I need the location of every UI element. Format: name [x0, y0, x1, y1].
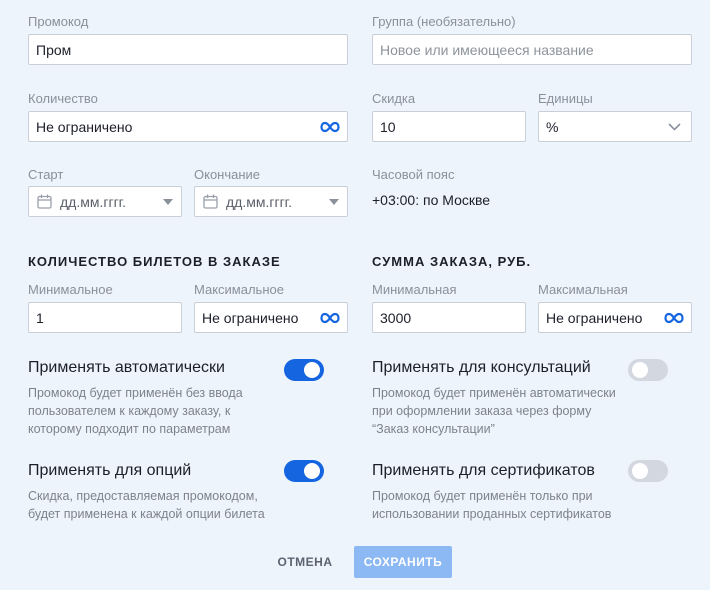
tickets-min-value: 1: [36, 309, 44, 326]
start-date-input[interactable]: дд.мм.гггг.: [28, 186, 182, 217]
infinity-icon[interactable]: [664, 312, 684, 323]
desc-line: пользователем к каждому заказу, к: [28, 404, 231, 418]
discount-label: Скидка: [372, 91, 416, 106]
desc-line: Скидка, предоставляемая промокодом,: [28, 489, 258, 503]
desc-line: Промокод будет применён автоматически: [372, 386, 616, 400]
options-apply-toggle[interactable]: [284, 460, 324, 482]
desc-line: использовании проданных сертификатов: [372, 507, 612, 521]
certs-apply-description: Промокод будет применён только при испол…: [372, 487, 611, 523]
caret-down-icon: [163, 198, 173, 205]
auto-apply-toggle[interactable]: [284, 359, 324, 381]
sum-min-input[interactable]: 3000: [372, 302, 526, 333]
calendar-icon: [203, 194, 218, 209]
infinity-icon[interactable]: [320, 312, 340, 323]
auto-apply-title: Применять автоматически: [28, 359, 225, 376]
discount-value: 10: [380, 118, 396, 135]
tickets-section-title: КОЛИЧЕСТВО БИЛЕТОВ В ЗАКАЗЕ: [28, 254, 281, 269]
toggle-knob: [632, 362, 648, 378]
consult-apply-toggle[interactable]: [628, 359, 668, 381]
quantity-input[interactable]: Не ограничено: [28, 111, 348, 142]
units-label: Единицы: [538, 91, 593, 106]
sum-max-input[interactable]: Не ограничено: [538, 302, 692, 333]
order-sum-section-title: СУММА ЗАКАЗА, РУБ.: [372, 254, 532, 269]
desc-line: которому подходит по параметрам: [28, 422, 231, 436]
calendar-icon: [37, 194, 52, 209]
certs-apply-toggle[interactable]: [628, 460, 668, 482]
save-button[interactable]: СОХРАНИТЬ: [354, 546, 452, 578]
desc-line: Промокод будет применён без ввода: [28, 386, 243, 400]
quantity-label: Количество: [28, 91, 98, 106]
units-select[interactable]: %: [538, 111, 692, 142]
sum-max-value: Не ограничено: [546, 309, 643, 326]
group-label: Группа (необязательно): [372, 14, 516, 29]
timezone-label: Часовой пояс: [372, 167, 455, 182]
desc-line: Промокод будет применён только при: [372, 489, 593, 503]
quantity-value: Не ограничено: [36, 118, 133, 135]
desc-line: при оформлении заказа через форму: [372, 404, 592, 418]
end-date-input[interactable]: дд.мм.гггг.: [194, 186, 348, 217]
auto-apply-description: Промокод будет применён без ввода пользо…: [28, 384, 243, 438]
desc-line: будет применена к каждой опции билета: [28, 507, 265, 521]
consult-apply-description: Промокод будет применён автоматически пр…: [372, 384, 616, 438]
start-date-placeholder: дд.мм.гггг.: [60, 193, 126, 210]
sum-min-value: 3000: [380, 309, 412, 326]
infinity-icon[interactable]: [320, 121, 340, 132]
cancel-button[interactable]: ОТМЕНА: [270, 546, 340, 578]
desc-line: “Заказ консультации”: [372, 422, 495, 436]
tickets-max-input[interactable]: Не ограничено: [194, 302, 348, 333]
tickets-min-label: Минимальное: [28, 282, 113, 297]
units-value: %: [546, 118, 559, 135]
certs-apply-title: Применять для сертификатов: [372, 462, 595, 479]
sum-min-label: Минимальная: [372, 282, 457, 297]
sum-max-label: Максимальная: [538, 282, 628, 297]
options-apply-description: Скидка, предоставляемая промокодом, буде…: [28, 487, 265, 523]
end-date-label: Окончание: [194, 167, 261, 182]
toggle-knob: [632, 463, 648, 479]
chevron-down-icon: [668, 122, 681, 131]
promo-code-value: Пром: [36, 41, 72, 58]
tickets-max-label: Максимальное: [194, 282, 284, 297]
group-input[interactable]: Новое или имеющееся название: [372, 34, 692, 65]
toggle-knob: [304, 362, 320, 378]
caret-down-icon: [329, 198, 339, 205]
timezone-value[interactable]: +03:00: по Москве: [372, 192, 490, 208]
discount-input[interactable]: 10: [372, 111, 526, 142]
end-date-placeholder: дд.мм.гггг.: [226, 193, 292, 210]
consult-apply-title: Применять для консультаций: [372, 359, 591, 376]
start-date-label: Старт: [28, 167, 64, 182]
promo-code-input[interactable]: Пром: [28, 34, 348, 65]
promo-code-label: Промокод: [28, 14, 89, 29]
toggle-knob: [304, 463, 320, 479]
options-apply-title: Применять для опций: [28, 462, 192, 479]
group-placeholder: Новое или имеющееся название: [380, 41, 594, 58]
tickets-min-input[interactable]: 1: [28, 302, 182, 333]
tickets-max-value: Не ограничено: [202, 309, 299, 326]
